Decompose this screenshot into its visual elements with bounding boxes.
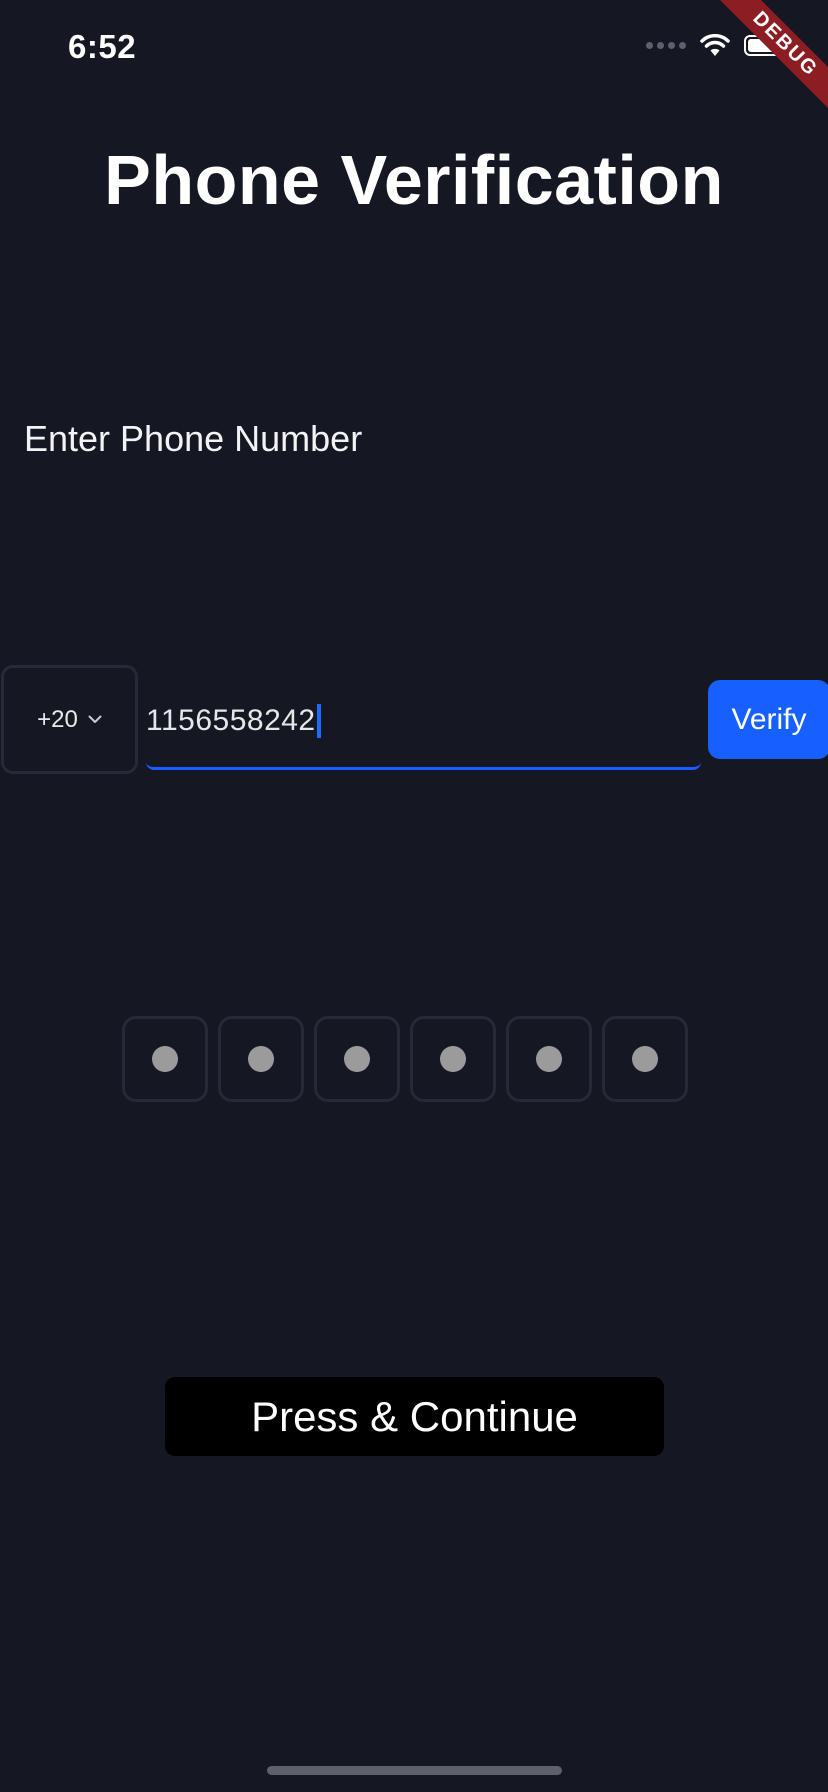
otp-digit-box[interactable] bbox=[122, 1016, 208, 1102]
country-code-dropdown[interactable]: +20 bbox=[1, 665, 138, 774]
otp-placeholder-dot bbox=[344, 1046, 370, 1072]
home-indicator[interactable] bbox=[267, 1766, 562, 1775]
continue-button[interactable]: Press & Continue bbox=[165, 1377, 664, 1456]
text-caret bbox=[316, 703, 321, 738]
otp-digit-box[interactable] bbox=[314, 1016, 400, 1102]
otp-placeholder-dot bbox=[248, 1046, 274, 1072]
country-code-value: +20 bbox=[37, 705, 78, 733]
cellular-signal-icon bbox=[646, 42, 686, 49]
otp-digit-box[interactable] bbox=[506, 1016, 592, 1102]
otp-input-row bbox=[122, 1016, 688, 1102]
debug-banner: DEBUG bbox=[708, 0, 828, 120]
debug-banner-label: DEBUG bbox=[708, 0, 828, 120]
otp-placeholder-dot bbox=[440, 1046, 466, 1072]
otp-placeholder-dot bbox=[536, 1046, 562, 1072]
phone-number-value: 1156558242 bbox=[146, 703, 316, 737]
otp-digit-box[interactable] bbox=[218, 1016, 304, 1102]
otp-digit-box[interactable] bbox=[410, 1016, 496, 1102]
otp-placeholder-dot bbox=[632, 1046, 658, 1072]
verify-button[interactable]: Verify bbox=[708, 680, 828, 759]
otp-placeholder-dot bbox=[152, 1046, 178, 1072]
phone-number-label: Enter Phone Number bbox=[24, 418, 363, 459]
chevron-down-icon bbox=[88, 715, 102, 723]
otp-digit-box[interactable] bbox=[602, 1016, 688, 1102]
phone-number-input[interactable]: 1156558242 bbox=[146, 674, 701, 770]
page-title: Phone Verification bbox=[104, 141, 724, 219]
status-bar-time: 6:52 bbox=[68, 28, 137, 65]
